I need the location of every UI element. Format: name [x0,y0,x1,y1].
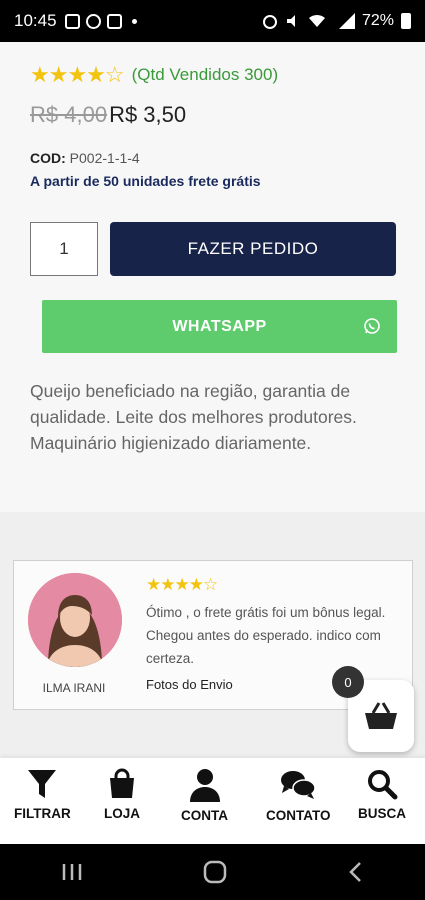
reviewer-name: ILMA IRANI [42,681,106,695]
old-price: R$ 4,00 [30,102,108,127]
system-nav-bar [0,844,425,900]
battery-icon [401,13,411,29]
review-photos-link[interactable]: Fotos do Envio [146,677,233,692]
nav-account[interactable]: CONTA [181,768,228,823]
nav-search-label: BUSCA [358,806,407,821]
nav-filter-label: FILTRAR [14,806,71,821]
order-button[interactable]: FAZER PEDIDO [110,222,396,276]
nav-filter[interactable]: FILTRAR [14,768,71,821]
shopping-bag-icon [110,768,134,798]
nav-account-label: CONTA [181,808,228,823]
wifi-icon [308,14,325,27]
quantity-input[interactable]: 1 [30,222,98,276]
avatar [28,573,122,667]
nav-contact-label: CONTATO [266,808,331,823]
more-dot-icon [131,18,137,24]
gallery-icon [64,13,80,29]
mute-icon [286,15,295,27]
recent-apps-icon[interactable] [60,862,84,882]
status-time: 10:45 [14,11,57,30]
cart-count-badge: 0 [332,666,364,698]
whatsapp-label: WHATSAPP [172,317,267,335]
alarm-icon [262,15,277,29]
user-icon [189,769,220,802]
whatsapp-button[interactable]: WHATSAPP [42,300,397,353]
whatsapp-icon [364,318,380,334]
nav-store-label: LOJA [104,806,141,821]
notification-icons [64,13,137,29]
battery-percent: 72% [361,12,394,29]
back-icon[interactable] [346,860,366,884]
cod-value: P002-1-1-4 [69,150,140,166]
product-code: COD: P002-1-1-4 [30,150,140,166]
sold-count: (Qtd Vendidos 300) [131,65,279,84]
rating-stars: ★★★★☆ [30,62,125,87]
filter-icon [28,770,57,798]
cod-label: COD: [30,150,66,166]
search-icon [368,770,398,800]
signal-icon [338,13,355,29]
nav-store[interactable]: LOJA [104,768,140,821]
b-icon [85,13,101,29]
review-text: Ótimo , o frete grátis foi um bônus lega… [146,605,386,666]
product-description: Queijo beneficiado na região, garantia d… [30,381,357,453]
new-price: R$ 3,50 [109,102,187,127]
status-bar: 10:45 72% [0,0,425,42]
basket-icon [365,702,397,729]
rating-row: ★★★★☆ (Qtd Vendidos 300) [30,62,278,88]
chat-icon [281,771,316,799]
shipping-note: A partir de 50 unidades frete grátis [30,173,261,189]
instagram-icon [106,13,122,29]
price-row: R$ 4,00 R$ 3,50 [30,102,186,128]
bottom-nav: FILTRAR LOJA CONTA CONTATO BUSCA [0,758,425,844]
nav-contact[interactable]: CONTATO [266,768,331,823]
nav-search[interactable]: BUSCA [358,768,406,821]
review-stars: ★★★★☆ [146,575,218,594]
product-details: ★★★★☆ (Qtd Vendidos 300) R$ 4,00 R$ 3,50… [0,42,425,512]
home-icon[interactable] [203,860,227,884]
